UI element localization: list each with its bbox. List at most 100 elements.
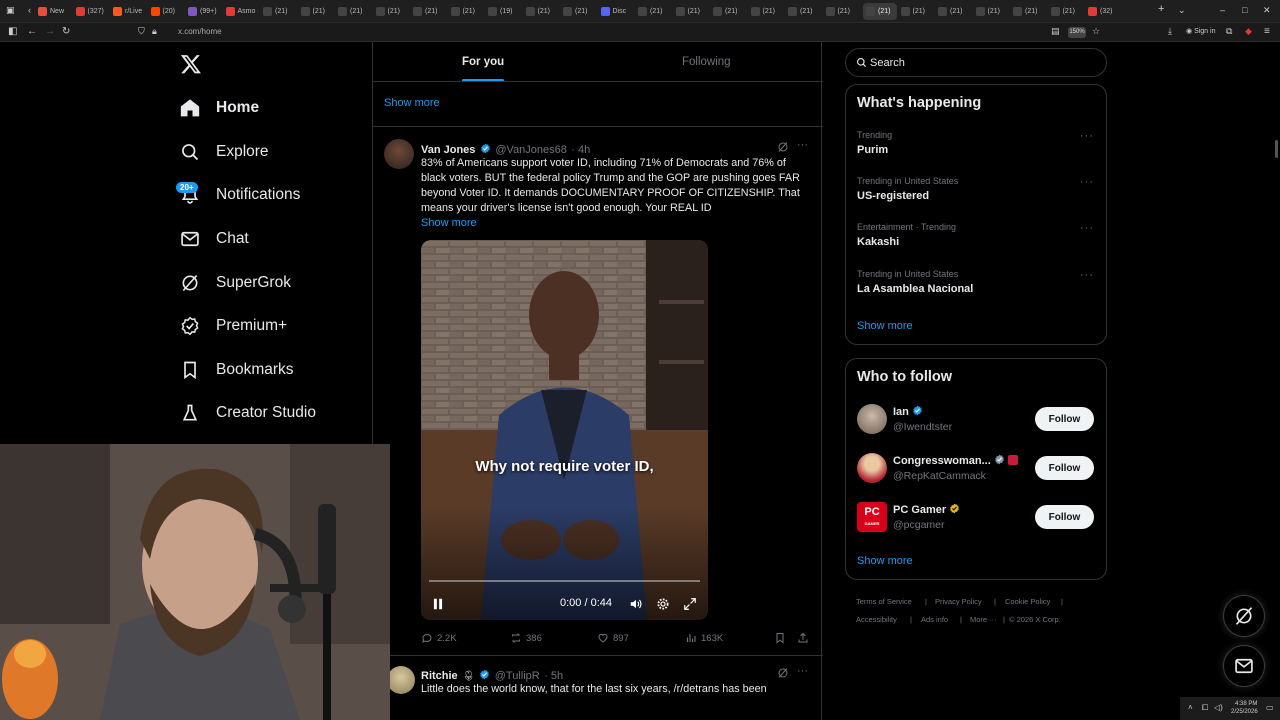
bookmark-star-icon[interactable]: ☆ (1092, 26, 1100, 37)
browser-tab[interactable]: (21) (375, 3, 410, 20)
more-options-icon[interactable]: ··· (1080, 176, 1094, 188)
avatar[interactable] (857, 453, 887, 483)
nav-premium[interactable]: Premium+ (180, 311, 287, 341)
more-options-icon[interactable]: ··· (1080, 222, 1094, 234)
browser-tab[interactable]: (21) (713, 3, 747, 20)
volume-icon[interactable] (629, 597, 643, 611)
browser-tab[interactable]: (21) (788, 3, 822, 20)
tweet-time[interactable]: · 5h (544, 670, 563, 682)
network-icon[interactable]: ⧠ (1202, 703, 1208, 713)
nav-bookmarks[interactable]: Bookmarks (180, 355, 294, 385)
author-handle[interactable]: @VanJones68 (495, 144, 567, 156)
browser-tab[interactable]: (21) (975, 3, 1010, 20)
author-name[interactable]: Ritchie (421, 670, 458, 682)
new-tab-button[interactable]: + (1158, 3, 1164, 15)
video-progress-track[interactable] (429, 580, 700, 582)
menu-icon[interactable]: ≡ (1264, 26, 1270, 37)
author-name[interactable]: Van Jones (421, 144, 475, 156)
nav-creator-studio[interactable]: Creator Studio (180, 398, 316, 428)
browser-tab[interactable]: Asmo (225, 3, 260, 20)
tweet-show-more-link[interactable]: Show more (421, 217, 477, 229)
fullscreen-icon[interactable] (683, 597, 697, 611)
nav-explore[interactable]: Explore (180, 137, 269, 167)
avatar[interactable] (384, 139, 414, 169)
browser-tab[interactable]: (21) (450, 3, 485, 20)
downloads-icon[interactable]: ⤓ (1168, 26, 1172, 37)
browser-tab[interactable]: (21) (563, 3, 597, 20)
browser-tab[interactable]: (21) (1050, 3, 1085, 20)
bookmark-icon[interactable] (774, 632, 786, 644)
tweet-ritchie[interactable]: Ritchie 🌷︎ @TullipR · 5h ··· Little does… (373, 656, 823, 720)
tweet-time[interactable]: · 4h (571, 144, 590, 156)
footer-ads-info[interactable]: Ads info (921, 615, 948, 624)
browser-tab[interactable]: (21) (900, 3, 935, 20)
url-field[interactable]: x.com/home (178, 27, 222, 36)
browser-tab[interactable]: (327) (75, 3, 110, 20)
follow-suggestion[interactable]: Ian @Iwendtster Follow (846, 403, 1106, 437)
browser-tab[interactable]: (21) (413, 3, 447, 20)
trend-item[interactable]: Trending in United States US-registered … (846, 176, 1106, 216)
avatar[interactable] (857, 404, 887, 434)
trend-item[interactable]: Trending in United States La Asamblea Na… (846, 269, 1106, 309)
browser-tab[interactable]: (19) (488, 3, 522, 20)
video-player[interactable]: Why not require voter ID, 0:00 / 0:44 (421, 240, 708, 620)
trend-item[interactable]: Trending Purim ··· (846, 129, 1106, 169)
browser-tab[interactable]: (21) (638, 3, 672, 20)
tab-following[interactable]: Following (682, 56, 731, 68)
extension-badge-icon[interactable]: ◆ (1245, 26, 1252, 37)
lock-icon[interactable]: 🔒︎ (152, 26, 157, 37)
share-icon[interactable] (797, 632, 809, 644)
settings-gear-icon[interactable] (656, 597, 670, 611)
nav-home[interactable]: Home (180, 93, 259, 123)
follow-show-more-link[interactable]: Show more (857, 555, 913, 567)
search-input[interactable]: Search (845, 48, 1107, 77)
shield-icon[interactable]: ⛉ (138, 26, 145, 37)
browser-tab[interactable]: (21) (675, 3, 710, 20)
tray-chevron-icon[interactable]: ˄ (1188, 703, 1193, 712)
tab-actions-icon[interactable]: ▣ (6, 5, 15, 16)
repost-button[interactable]: 386 (510, 632, 542, 644)
pcgamer-logo[interactable]: PC GAMER (857, 502, 887, 532)
browser-tab[interactable]: (21) (263, 3, 297, 20)
browser-tab[interactable]: (21) (825, 3, 860, 20)
browser-tab[interactable]: (21) (750, 3, 785, 20)
forward-button[interactable]: → (45, 26, 55, 37)
browser-tab[interactable]: (32) (1088, 3, 1122, 20)
messages-floating-button[interactable] (1223, 645, 1265, 687)
clock-time[interactable]: 4:38 PM (1235, 701, 1257, 707)
follow-button[interactable]: Follow (1035, 505, 1094, 529)
browser-tab[interactable]: (20) (150, 3, 185, 20)
sign-in-button[interactable]: ◉ Sign in (1186, 27, 1215, 35)
browser-tab[interactable]: New (38, 3, 72, 20)
follow-button[interactable]: Follow (1035, 456, 1094, 480)
reader-view-icon[interactable]: ▤ (1051, 26, 1060, 37)
follow-button[interactable]: Follow (1035, 407, 1094, 431)
reload-button[interactable]: ↻ (62, 26, 70, 37)
follow-suggestion[interactable]: PC GAMER PC Gamer @pcgamer Follow (846, 501, 1106, 535)
notification-center-icon[interactable]: ▭ (1266, 703, 1274, 712)
sidebar-toggle-icon[interactable]: ◧ (8, 26, 17, 37)
browser-tab[interactable]: Disc (600, 3, 635, 20)
footer-accessibility[interactable]: Accessibility (856, 615, 897, 624)
page-scrollbar[interactable] (1275, 140, 1278, 158)
footer-privacy[interactable]: Privacy Policy (935, 597, 982, 606)
like-button[interactable]: 897 (597, 632, 629, 644)
grok-icon[interactable] (777, 141, 789, 153)
views-button[interactable]: 163K (685, 632, 723, 644)
avatar[interactable] (387, 666, 415, 694)
back-button[interactable]: ← (27, 26, 37, 37)
trend-item[interactable]: Entertainment · Trending Kakashi ··· (846, 222, 1106, 262)
x-logo[interactable] (180, 53, 202, 80)
nav-notifications[interactable]: Notifications (180, 180, 300, 210)
reply-button[interactable]: 2.2K (421, 632, 457, 644)
follow-suggestion[interactable]: Congresswoman... @RepKatCammack Follow (846, 452, 1106, 486)
clock-date[interactable]: 2/25/2026 (1231, 709, 1258, 715)
nav-chat[interactable]: Chat (180, 224, 249, 254)
zoom-level[interactable]: 150% (1068, 27, 1086, 38)
browser-tab[interactable]: (21) (300, 3, 335, 20)
volume-icon[interactable]: ◁) (1214, 703, 1223, 712)
more-options-icon[interactable]: ··· (1080, 269, 1094, 281)
maximize-button[interactable]: □ (1242, 5, 1247, 15)
tab-for-you[interactable]: For you (462, 56, 504, 68)
browser-tab[interactable]: r/Live (113, 3, 147, 20)
